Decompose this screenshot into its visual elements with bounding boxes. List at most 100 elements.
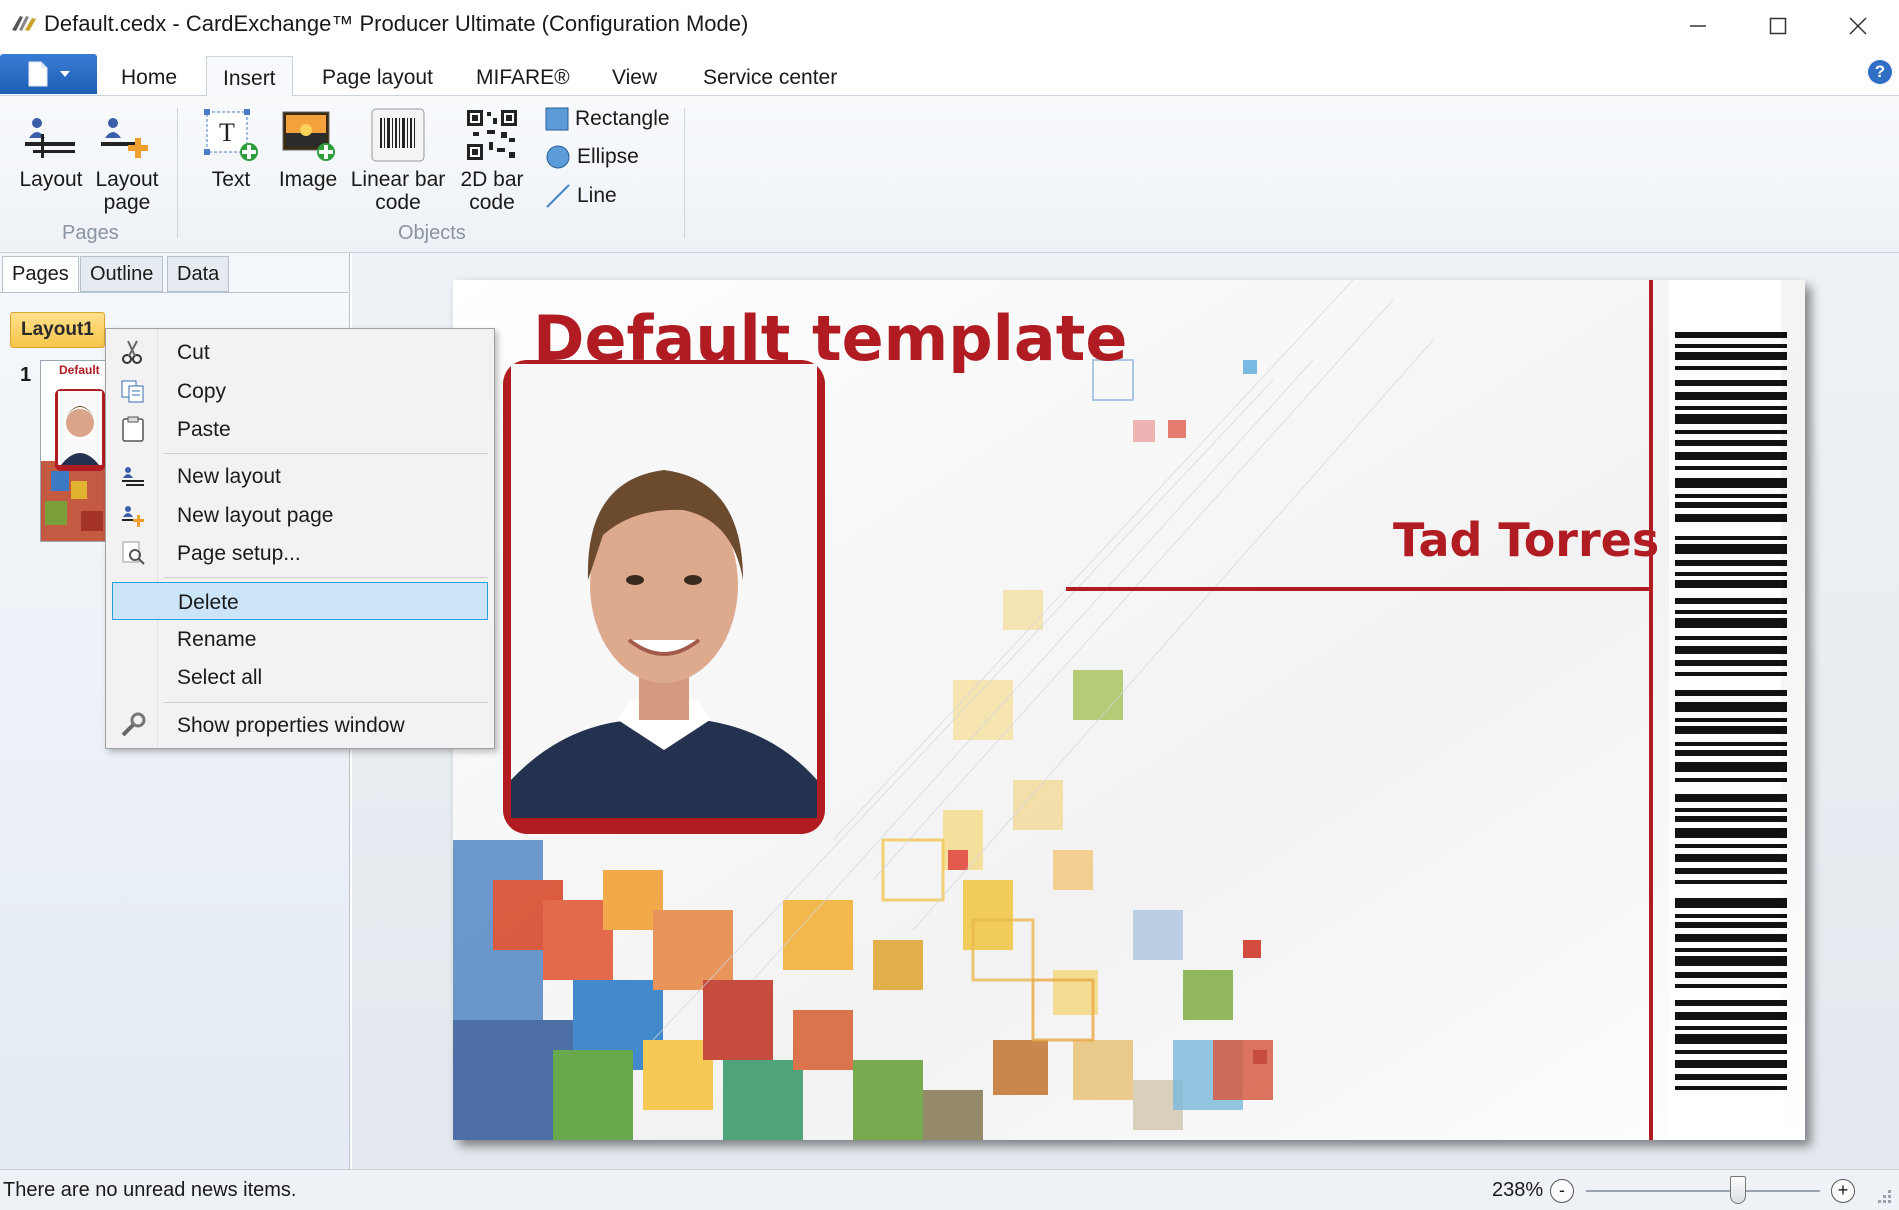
group-separator [177, 108, 178, 238]
menu-item-label: Copy [177, 380, 227, 403]
ribbon-insert: Layout Layout page Pages T Text Image Li… [0, 96, 1899, 253]
insert-ellipse-button[interactable]: Ellipse [545, 142, 639, 172]
cardexchange-logo-icon [12, 16, 36, 31]
menu-item-rename[interactable]: Rename [112, 620, 488, 658]
window-title: Default.cedx - CardExchange™ Producer Ul… [44, 11, 749, 36]
menu-item-label: Cut [177, 341, 210, 364]
help-button[interactable]: ? [1868, 60, 1892, 84]
group-separator [684, 108, 685, 238]
layout-button[interactable]: Layout [14, 114, 88, 191]
image-icon [282, 111, 335, 161]
insert-text-button[interactable]: T Text [200, 108, 262, 191]
minimize-button[interactable] [1658, 0, 1738, 52]
tab-mifare[interactable]: MIFARE® [460, 56, 586, 97]
menu-item-paste[interactable]: Paste [112, 410, 488, 448]
tab-pages[interactable]: Pages [2, 256, 79, 292]
close-button[interactable] [1818, 0, 1898, 52]
zoom-slider-thumb[interactable] [1730, 1176, 1747, 1204]
thumbnail-preview [41, 361, 111, 541]
menu-separator [164, 702, 488, 703]
tab-view[interactable]: View [596, 56, 673, 97]
tab-data[interactable]: Data [167, 256, 230, 292]
layout-page-button[interactable]: Layout page [92, 114, 162, 214]
tab-outline[interactable]: Outline [80, 256, 164, 292]
line-label: Line [577, 184, 617, 207]
2d-barcode-label-1: 2D bar [460, 168, 524, 191]
menu-item-select-all[interactable]: Select all [112, 658, 488, 696]
menu-item-label: Page setup... [177, 542, 301, 565]
layout-page-label-2: page [103, 191, 151, 214]
group-label-objects: Objects [398, 222, 466, 244]
menu-item-label: New layout page [177, 504, 334, 527]
menu-item-copy[interactable]: Copy [112, 372, 488, 410]
ellipse-icon [546, 145, 570, 169]
svg-text:T: T [219, 118, 235, 147]
insert-image-label: Image [278, 168, 338, 191]
tab-service-center[interactable]: Service center [687, 56, 853, 97]
2d-barcode-label-2: code [469, 191, 515, 214]
thumbnail-title: Default [59, 363, 100, 377]
menu-item-new-layout[interactable]: New layout [112, 457, 488, 495]
menu-item-page-setup[interactable]: Page setup... [112, 534, 488, 572]
insert-text-label: Text [211, 168, 251, 191]
title-bar: Default.cedx - CardExchange™ Producer Ul… [0, 0, 1899, 52]
tab-home[interactable]: Home [105, 56, 193, 97]
qr-code-icon [467, 110, 517, 160]
new-layout-page-icon [122, 506, 144, 527]
maximize-button[interactable] [1738, 0, 1818, 52]
context-menu: Cut Copy Paste New layout New layout pag… [105, 328, 495, 749]
card-design[interactable]: Default template Tad Torres [453, 280, 1805, 1140]
menu-item-label: Paste [177, 418, 231, 441]
zoom-out-button[interactable]: - [1550, 1179, 1574, 1203]
page-thumbnail[interactable]: Default [40, 360, 112, 542]
minimize-icon [1690, 25, 1706, 27]
menu-separator [164, 453, 488, 454]
menu-separator [164, 577, 488, 578]
menu-item-delete[interactable]: Delete [112, 582, 488, 620]
rectangle-label: Rectangle [575, 107, 670, 130]
layout-icon [25, 118, 75, 158]
linear-barcode-label-2: code [375, 191, 421, 214]
menu-item-label: New layout [177, 465, 281, 488]
document-icon [28, 61, 47, 87]
news-status: There are no unread news items. [3, 1179, 297, 1201]
tab-page-layout[interactable]: Page layout [306, 56, 449, 97]
menu-item-label: Select all [177, 666, 263, 689]
resize-grip-icon[interactable] [1874, 1188, 1892, 1206]
page-number: 1 [20, 364, 32, 386]
rectangle-icon [545, 107, 569, 131]
menu-item-new-layout-page[interactable]: New layout page [112, 496, 488, 534]
layout-item[interactable]: Layout1 [10, 312, 105, 348]
new-layout-icon [122, 467, 144, 486]
text-icon: T [204, 109, 258, 161]
tab-insert[interactable]: Insert [206, 56, 293, 97]
insert-line-button[interactable]: Line [545, 181, 617, 211]
maximize-icon [1769, 17, 1787, 35]
card-background [453, 280, 1805, 1140]
linear-barcode-icon [371, 108, 425, 162]
layout-button-label: Layout [19, 168, 83, 191]
layout-page-icon [101, 118, 148, 158]
page-setup-icon [122, 541, 145, 565]
menu-item-label: Delete [178, 591, 239, 614]
chevron-down-icon [59, 71, 70, 77]
copy-icon [121, 380, 144, 403]
zoom-level: 238% [1492, 1179, 1544, 1201]
insert-2d-barcode-button[interactable]: 2D bar code [455, 108, 529, 214]
card-holder-name[interactable]: Tad Torres [1393, 513, 1659, 567]
zoom-in-button[interactable]: + [1831, 1179, 1855, 1203]
application-menu-button[interactable] [0, 54, 97, 94]
insert-linear-barcode-button[interactable]: Linear bar code [348, 108, 448, 214]
zoom-slider-track[interactable] [1586, 1190, 1820, 1192]
insert-rectangle-button[interactable]: Rectangle [545, 104, 670, 134]
scissors-icon [122, 340, 142, 364]
card-title[interactable]: Default template [533, 302, 1127, 375]
linear-barcode-label-1: Linear bar [350, 168, 446, 191]
ellipse-label: Ellipse [577, 145, 639, 168]
insert-image-button[interactable]: Image [276, 108, 340, 191]
menu-item-cut[interactable]: Cut [112, 333, 488, 371]
menu-item-show-properties[interactable]: Show properties window [112, 706, 488, 744]
group-label-pages: Pages [62, 222, 119, 244]
line-icon [546, 184, 570, 208]
wrench-icon [121, 712, 146, 737]
